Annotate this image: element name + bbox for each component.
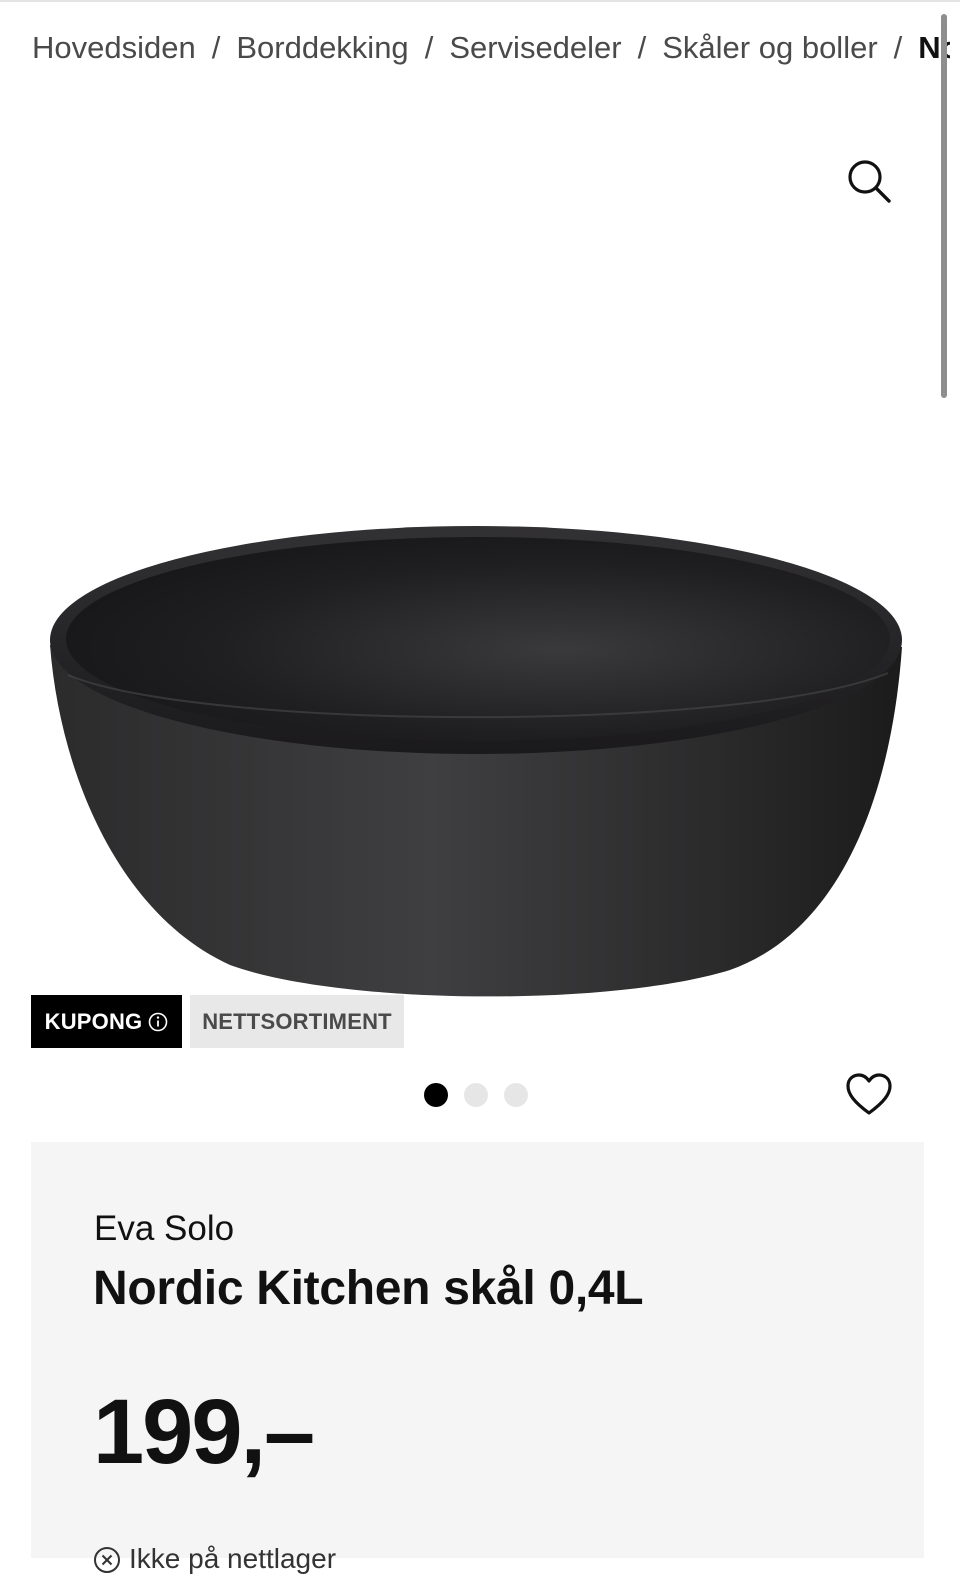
stock-status-text: Ikke på nettlager — [129, 1543, 337, 1574]
breadcrumb-item-skaler-og-boller[interactable]: Skåler og boller — [662, 30, 877, 65]
online-assortment-badge: NETTSORTIMENT — [190, 995, 404, 1048]
carousel-dot-1[interactable] — [424, 1083, 448, 1107]
product-image[interactable] — [40, 515, 912, 1015]
top-border — [0, 0, 960, 2]
coupon-badge-label: KUPONG — [44, 1008, 143, 1034]
carousel-dot-2[interactable] — [464, 1083, 488, 1107]
product-brand[interactable]: Eva Solo — [94, 1208, 234, 1250]
online-assortment-label: NETTSORTIMENT — [202, 1008, 392, 1034]
product-price: 199,– — [93, 1381, 315, 1483]
coupon-badge[interactable]: KUPONG — [31, 995, 182, 1048]
breadcrumb-item-hovedsiden[interactable]: Hovedsiden — [32, 30, 196, 65]
scrollbar[interactable] — [941, 14, 947, 398]
stock-status: Ikke på nettlager — [93, 1542, 336, 1582]
product-title: Nordic Kitchen skål 0,4L — [93, 1262, 644, 1315]
breadcrumb-separator: / — [637, 30, 647, 65]
breadcrumb-separator: / — [424, 30, 434, 65]
breadcrumb-item-servisedeler[interactable]: Servisedeler — [449, 30, 621, 65]
product-info-panel: Eva Solo Nordic Kitchen skål 0,4L 199,– … — [31, 1142, 924, 1574]
breadcrumb-item-borddekking[interactable]: Borddekking — [236, 30, 408, 65]
breadcrumb-separator: / — [893, 30, 903, 65]
x-circle-icon — [93, 1546, 121, 1574]
search-icon[interactable] — [844, 156, 894, 206]
carousel-dot-3[interactable] — [504, 1083, 528, 1107]
heart-icon[interactable] — [844, 1070, 894, 1120]
carousel-dots — [424, 1083, 528, 1109]
breadcrumb: Hovedsiden / Borddekking / Servisedeler / Skål… — [32, 28, 950, 72]
breadcrumb-separator: / — [211, 30, 221, 65]
info-icon[interactable] — [148, 1012, 168, 1032]
